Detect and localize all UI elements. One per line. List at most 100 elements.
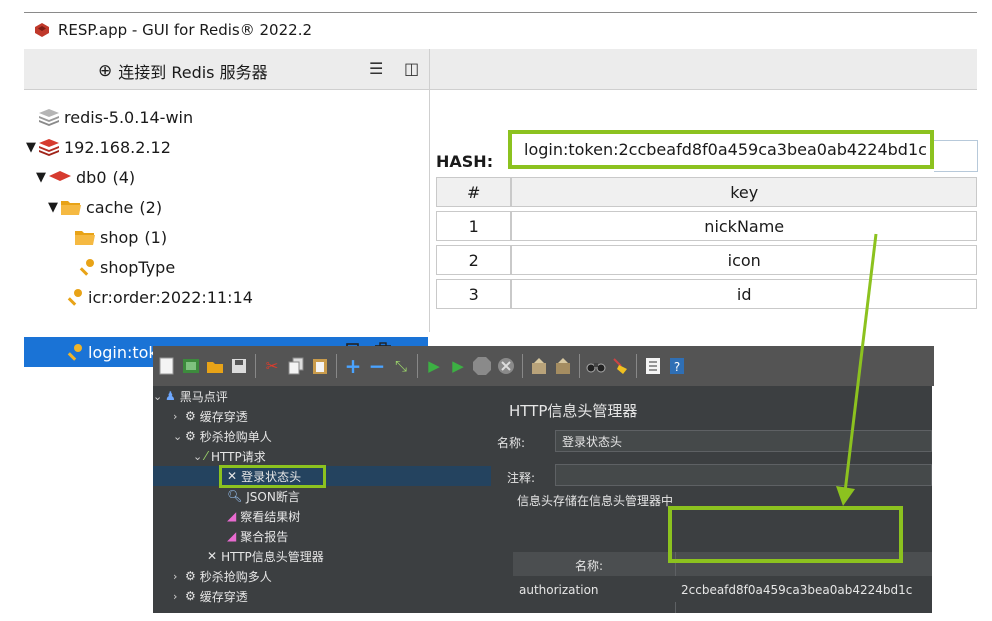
panel-layout-icon[interactable]: ◫ xyxy=(404,59,419,78)
function-helper-icon[interactable] xyxy=(642,355,664,377)
jmeter-window: ✂ + − ⤡ ▶ ▶ ? ⌄ ♟ 黑马点评 › ⚙ 缓存穿透 ⌄ ⚙ 秒杀抢购… xyxy=(153,346,934,613)
chevron-right-icon: › xyxy=(173,589,178,603)
templates-icon[interactable] xyxy=(180,355,202,377)
tree-label: 秒杀抢购单人 xyxy=(199,429,272,444)
toolbar-separator xyxy=(636,354,637,378)
row-index: 3 xyxy=(436,279,512,309)
start-icon[interactable]: ▶ xyxy=(423,355,445,377)
help-icon[interactable]: ? xyxy=(666,355,688,377)
copy-icon[interactable] xyxy=(285,355,307,377)
key-name-field[interactable]: login:token:2ccbeafd8f0a459ca3bea0ab4224… xyxy=(508,130,934,169)
start-no-pauses-icon[interactable]: ▶ xyxy=(447,355,469,377)
hash-values-table: # key 1 nickName 2 icon 3 id xyxy=(436,173,977,313)
col-key-header: key xyxy=(511,177,977,207)
tree-label: shop xyxy=(100,227,139,247)
tree-item-root[interactable]: ⌄ ♟ 黑马点评 xyxy=(153,386,228,406)
database-icon xyxy=(49,171,71,181)
window-title: RESP.app - GUI for Redis® 2022.2 xyxy=(58,21,313,39)
tree-label: JSON断言 xyxy=(246,489,300,504)
gear-icon: ⚙ xyxy=(185,589,196,603)
row-key: nickName xyxy=(511,211,977,241)
tree-key-order[interactable]: icr:order:2022:11:14 xyxy=(66,283,253,311)
name-input[interactable]: 登录状态头 xyxy=(555,430,932,452)
reset-search-broom-icon[interactable] xyxy=(609,355,631,377)
key-name-field-extension xyxy=(934,140,978,172)
paste-icon[interactable] xyxy=(309,355,331,377)
tree-db0[interactable]: ▼ db0 (4) xyxy=(36,163,135,191)
tree-label: 察看结果树 xyxy=(240,509,301,524)
tree-item-http-request[interactable]: ⌄ ⁄ HTTP请求 xyxy=(193,446,266,466)
connect-button-label: 连接到 Redis 服务器 xyxy=(118,63,268,82)
tools-icon: ✕ xyxy=(207,549,218,563)
table-row[interactable]: 2 icon xyxy=(436,245,977,275)
connect-button[interactable]: ⊕ 连接到 Redis 服务器 xyxy=(98,59,268,83)
tree-server-local[interactable]: redis-5.0.14-win xyxy=(38,103,193,131)
tree-label: 缓存穿透 xyxy=(199,589,248,604)
gear-icon: ⚙ xyxy=(185,429,196,443)
open-icon[interactable] xyxy=(204,355,226,377)
list-menu-icon[interactable]: ☰ xyxy=(369,59,383,78)
chart-icon: ◢ xyxy=(227,529,237,543)
pipette-icon: ⁄ xyxy=(205,449,208,463)
comment-input[interactable] xyxy=(555,464,932,486)
tree-item-view-results[interactable]: ◢ 察看结果树 xyxy=(227,506,300,526)
tree-label: 黑马点评 xyxy=(179,389,228,404)
chevron-down-icon: ⌄ xyxy=(153,389,163,403)
folder-open-icon xyxy=(75,231,95,245)
tree-label: icr:order:2022:11:14 xyxy=(88,287,253,307)
tree-label: 缓存穿透 xyxy=(199,409,248,424)
key-icon xyxy=(79,259,94,276)
expanded-triangle-icon: ▼ xyxy=(48,199,58,215)
row-key: id xyxy=(511,279,977,309)
magnifier-icon: 🔍︎ xyxy=(227,489,243,503)
chevron-right-icon: › xyxy=(173,569,178,583)
tree-server-remote[interactable]: ▼ 192.168.2.12 xyxy=(26,133,171,161)
clear-icon[interactable] xyxy=(528,355,550,377)
save-icon[interactable] xyxy=(228,355,250,377)
tree-folder-shop[interactable]: shop (1) xyxy=(74,223,167,251)
tree-label: 聚合报告 xyxy=(240,529,289,544)
tree-item-flash-sale-single[interactable]: ⌄ ⚙ 秒杀抢购单人 xyxy=(173,426,272,446)
key-name-value: login:token:2ccbeafd8f0a459ca3bea0ab4224… xyxy=(524,140,927,159)
toolbar-separator xyxy=(579,354,580,378)
chart-icon: ◢ xyxy=(227,509,237,523)
stop-icon[interactable] xyxy=(471,355,493,377)
tree-item-cache-penetration[interactable]: › ⚙ 缓存穿透 xyxy=(173,406,248,426)
chevron-down-icon: ⌄ xyxy=(173,429,183,443)
tree-item-flash-sale-multi[interactable]: › ⚙ 秒杀抢购多人 xyxy=(173,566,272,586)
tree-label: redis-5.0.14-win xyxy=(64,107,194,127)
table-row[interactable]: authorization 2ccbeafd8f0a459ca3bea0ab42… xyxy=(513,578,932,602)
shutdown-icon[interactable] xyxy=(495,355,517,377)
resp-app-icon xyxy=(35,23,49,37)
chevron-down-icon: ⌄ xyxy=(193,449,203,463)
test-plan-icon: ♟ xyxy=(165,389,176,403)
toolbar-separator xyxy=(336,354,337,378)
tree-item-cache-penetration-2[interactable]: › ⚙ 缓存穿透 xyxy=(173,586,248,606)
tree-item-aggregate-report[interactable]: ◢ 聚合报告 xyxy=(227,526,288,546)
table-row[interactable]: 3 id xyxy=(436,279,977,309)
name-label: 名称: xyxy=(497,436,526,450)
row-key: icon xyxy=(511,245,977,275)
folder-open-icon xyxy=(61,201,81,215)
collapse-icon[interactable]: − xyxy=(366,354,388,378)
clear-all-icon[interactable] xyxy=(552,355,574,377)
gear-icon: ⚙ xyxy=(185,569,196,583)
highlight-box-header-value xyxy=(668,506,903,563)
panel-title: HTTP信息头管理器 xyxy=(509,402,638,420)
col-index-header: # xyxy=(436,177,512,207)
tree-item-json-assertion[interactable]: 🔍︎ JSON断言 xyxy=(227,486,300,506)
table-header-row: # key xyxy=(436,177,977,207)
cut-icon[interactable]: ✂ xyxy=(261,355,283,377)
search-binoculars-icon[interactable] xyxy=(585,355,607,377)
col-name-header: 名称: xyxy=(575,559,604,573)
svg-text:?: ? xyxy=(674,360,680,374)
new-file-icon[interactable] xyxy=(156,355,178,377)
expand-icon[interactable]: + xyxy=(342,354,364,378)
table-row[interactable]: 1 nickName xyxy=(436,211,977,241)
toggle-icon[interactable]: ⤡ xyxy=(390,355,412,377)
key-icon xyxy=(67,289,82,306)
tree-folder-cache[interactable]: ▼ cache (2) xyxy=(48,193,162,221)
test-plan-tree: ⌄ ♟ 黑马点评 › ⚙ 缓存穿透 ⌄ ⚙ 秒杀抢购单人 ⌄ ⁄ HTTP请求 … xyxy=(153,386,491,613)
tree-item-header-manager[interactable]: ✕ HTTP信息头管理器 xyxy=(207,546,324,566)
tree-key-shoptype[interactable]: shopType xyxy=(78,253,175,281)
